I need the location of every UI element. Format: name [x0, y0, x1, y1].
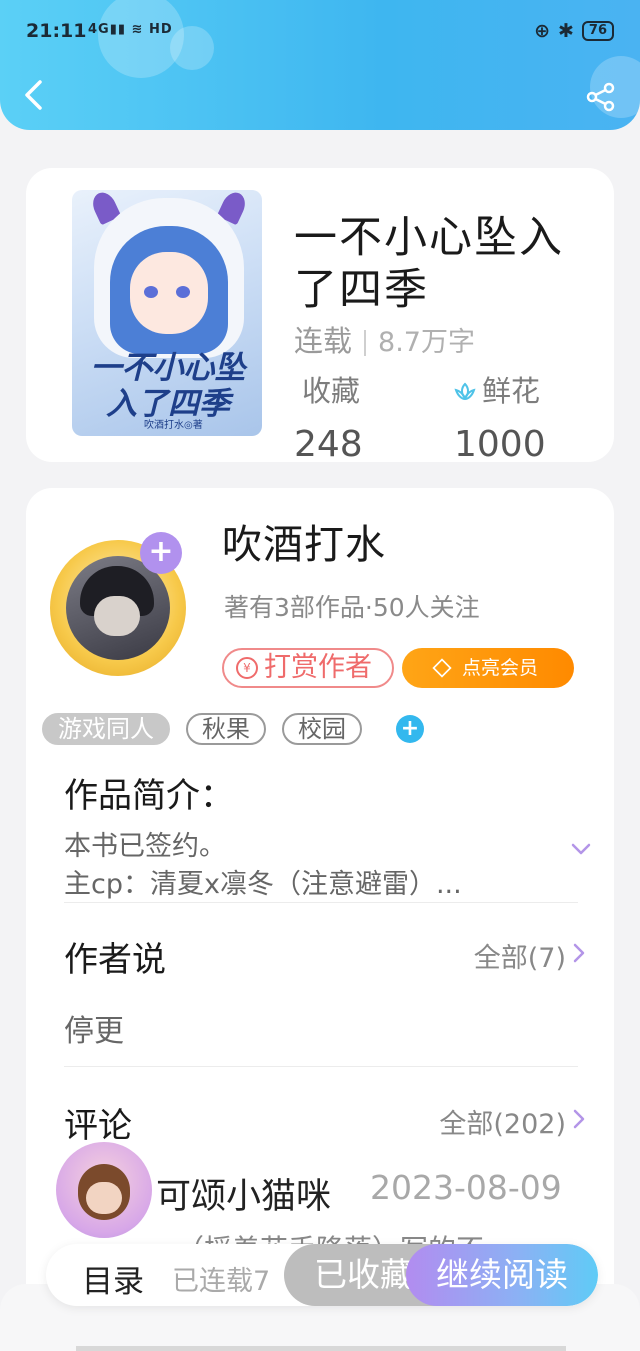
avatar-art — [94, 596, 140, 636]
cover-art — [144, 286, 158, 298]
divider — [364, 330, 367, 356]
book-meta: 连载 8.7万字 — [294, 318, 475, 360]
intro-line: 主cp：清夏x凛冬（注意避雷）... — [64, 869, 462, 900]
author-name[interactable]: 吹酒打水 — [222, 512, 386, 570]
book-cover[interactable]: 一不小心坠入了四季 吹酒打水◎著 — [72, 190, 262, 436]
back-arrow-icon[interactable] — [22, 78, 46, 112]
signal-icon: 4G▮▮ ≋ HD — [88, 22, 173, 37]
author-says-text: 停更 — [64, 1014, 124, 1049]
tag-chip[interactable]: 秋果 — [186, 713, 266, 745]
bottom-action-bar: 目录 已连载7 已收藏 继续阅读 — [46, 1244, 598, 1306]
bluetooth-icon: ✱ — [557, 20, 574, 42]
flowers-label: 鲜花 — [482, 374, 541, 408]
add-tag-icon[interactable]: + — [396, 715, 424, 743]
tip-author-button[interactable]: ¥ 打赏作者 — [222, 648, 394, 688]
divider — [64, 902, 578, 903]
commenter-name[interactable]: 可颂小猫咪 — [156, 1168, 331, 1219]
tip-author-label: 打赏作者 — [264, 652, 372, 683]
cover-art — [176, 286, 190, 298]
status-time: 21:11 — [26, 20, 87, 42]
comments-all-link[interactable]: 全部(202) — [439, 1102, 566, 1141]
intro-title: 作品简介： — [64, 776, 234, 816]
continue-reading-button[interactable]: 继续阅读 — [406, 1244, 598, 1306]
tag-chip[interactable]: 游戏同人 — [42, 713, 170, 745]
tag-list: 游戏同人 秋果 校园 + — [42, 712, 424, 746]
flowers-stat[interactable]: 鲜花 — [452, 368, 540, 410]
word-count: 8.7万字 — [378, 327, 475, 358]
status-bar: 21:11 4G▮▮ ≋ HD ⊕ ✱ 76 — [26, 20, 614, 48]
flower-icon — [454, 382, 476, 401]
battery-icon: 76 — [581, 21, 614, 41]
comment-date: 2023-08-09 — [370, 1168, 562, 1207]
hd-label: HD — [148, 22, 173, 37]
chevron-right-icon[interactable] — [570, 942, 588, 964]
favorites-value: 248 — [294, 424, 363, 465]
serial-status: 连载 — [294, 324, 353, 358]
diamond-icon — [432, 658, 452, 678]
lock-icon: ⊕ — [534, 20, 550, 42]
follow-plus-icon[interactable]: + — [140, 532, 182, 574]
commenter-avatar[interactable] — [56, 1142, 152, 1238]
cover-title: 一不小心坠入了四季 — [90, 350, 246, 422]
intro-text[interactable]: 本书已签约。 主cp：清夏x凛冬（注意避雷）... — [64, 828, 534, 902]
comments-title: 评论 — [64, 1106, 132, 1146]
chevron-down-icon[interactable] — [570, 838, 592, 860]
favorites-label: 收藏 — [302, 374, 361, 408]
vip-label: 点亮会员 — [462, 657, 539, 679]
yen-icon: ¥ — [236, 657, 258, 679]
avatar-art — [86, 1182, 122, 1214]
app-header: 21:11 4G▮▮ ≋ HD ⊕ ✱ 76 — [0, 0, 640, 130]
toc-button[interactable]: 目录 — [82, 1256, 144, 1301]
cover-art — [130, 252, 208, 334]
cover-author: 吹酒打水◎著 — [144, 420, 203, 431]
author-says-all-link[interactable]: 全部(7) — [474, 936, 566, 975]
divider — [64, 1066, 578, 1067]
book-info-card: 一不小心坠入了四季 吹酒打水◎著 一不小心坠入了四季 连载 8.7万字 收藏 鲜花… — [26, 168, 614, 465]
intro-line: 本书已签约。 — [64, 831, 226, 862]
details-card: + 吹酒打水 著有3部作品·50人关注 ¥ 打赏作者 点亮会员 游戏同人 秋果 … — [26, 488, 614, 1328]
author-says-title: 作者说 — [64, 940, 166, 980]
flowers-value: 1000 — [454, 424, 546, 465]
status-right: ⊕ ✱ 76 — [534, 20, 614, 42]
chevron-right-icon[interactable] — [570, 1108, 588, 1130]
tag-chip[interactable]: 校园 — [282, 713, 362, 745]
book-title: 一不小心坠入了四季 — [294, 213, 564, 315]
vip-button[interactable]: 点亮会员 — [402, 648, 574, 688]
divider — [76, 1346, 566, 1351]
network-label: 4G — [88, 22, 110, 37]
serial-chapters: 已连载7 — [172, 1266, 271, 1297]
author-stats: 著有3部作品·50人关注 — [224, 593, 480, 622]
share-icon[interactable] — [586, 82, 616, 112]
